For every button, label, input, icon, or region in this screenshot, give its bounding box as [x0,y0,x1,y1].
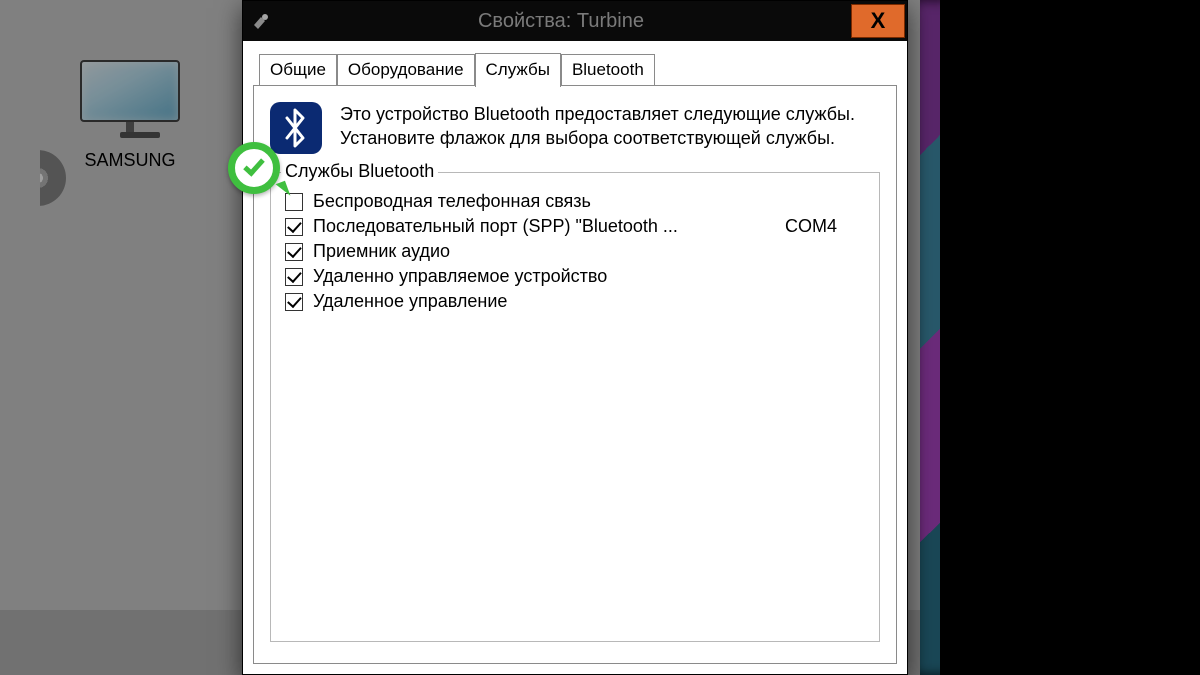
checkbox-remote-control[interactable] [285,293,303,311]
letterbox-right [940,0,1200,675]
service-row: Приемник аудио [285,241,865,262]
callout-badge [228,142,286,200]
tab-panel-services: Это устройство Bluetooth предоставляет с… [253,85,897,664]
tabstrip: Общие Оборудование Службы Bluetooth [259,51,897,85]
service-label: Последовательный порт (SPP) "Bluetooth .… [313,216,775,237]
intro-line: Установите флажок для выбора соответству… [340,126,855,150]
service-row: Удаленное управление [285,291,865,312]
service-row: Беспроводная телефонная связь [285,191,865,212]
titlebar[interactable]: Свойства: Turbine X [243,1,907,41]
fieldset-legend: Службы Bluetooth [281,161,438,182]
service-row: Удаленно управляемое устройство [285,266,865,287]
service-extra: COM4 [785,216,865,237]
close-icon: X [871,8,886,34]
service-label: Удаленное управление [313,291,775,312]
service-row: Последовательный порт (SPP) "Bluetooth .… [285,216,865,237]
properties-dialog: Свойства: Turbine X Общие Оборудование С… [242,0,908,675]
window-title: Свойства: Turbine [271,10,851,33]
checkbox-remote-controlled[interactable] [285,268,303,286]
checkmark-icon [228,142,280,194]
intro-line: Это устройство Bluetooth предоставляет с… [340,102,855,126]
services-fieldset: Службы Bluetooth Беспроводная телефонная… [270,172,880,642]
tab-bluetooth[interactable]: Bluetooth [561,54,655,86]
tab-general[interactable]: Общие [259,54,337,86]
device-icon [251,11,271,31]
checkbox-spp[interactable] [285,218,303,236]
service-label: Приемник аудио [313,241,775,262]
close-button[interactable]: X [851,4,905,38]
service-label: Беспроводная телефонная связь [313,191,775,212]
tab-label: Оборудование [348,60,464,79]
screen: SAMSUNG Свойства: Turbine X Общие Оборуд… [0,0,1200,675]
dialog-body: Общие Оборудование Службы Bluetooth Это … [253,51,897,664]
tab-services[interactable]: Службы [475,53,561,87]
tab-label: Общие [270,60,326,79]
intro-row: Это устройство Bluetooth предоставляет с… [270,102,880,154]
tab-hardware[interactable]: Оборудование [337,54,475,86]
tab-label: Службы [486,60,550,79]
intro-text: Это устройство Bluetooth предоставляет с… [340,102,855,151]
tab-label: Bluetooth [572,60,644,79]
checkbox-audio-sink[interactable] [285,243,303,261]
service-label: Удаленно управляемое устройство [313,266,775,287]
